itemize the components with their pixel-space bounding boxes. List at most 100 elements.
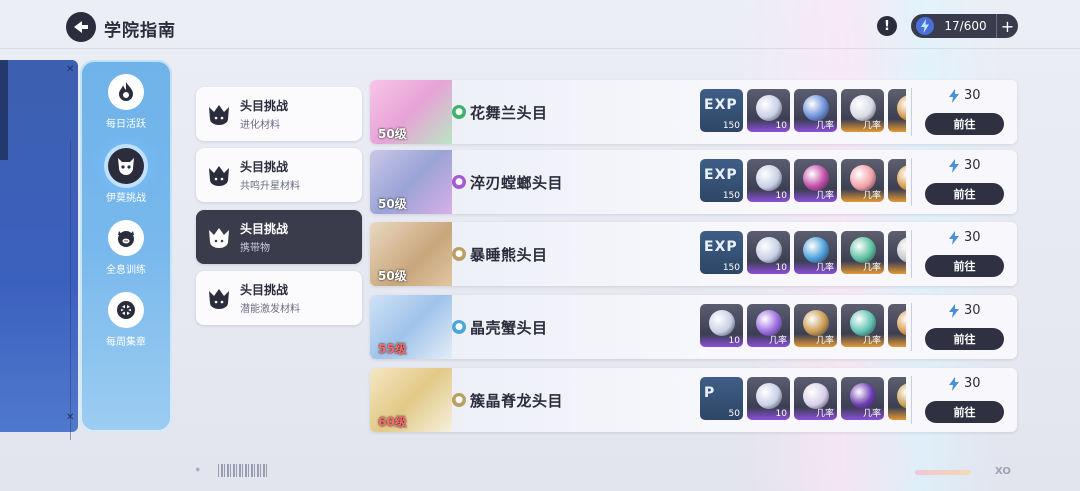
item-count: 150 xyxy=(722,191,740,201)
cross-mark-icon: ✕ xyxy=(66,64,75,75)
boss-crown-icon xyxy=(209,105,229,125)
go-button[interactable]: 前往 xyxy=(925,183,1004,205)
emblem-icon xyxy=(108,292,144,328)
exp-label: P xyxy=(704,385,716,401)
side-navigation: 每日活跃 伊莫挑战 全息训练 每周集章 xyxy=(80,60,172,432)
category-name: 头目挑战 xyxy=(240,283,289,297)
reward-item[interactable] xyxy=(888,159,906,202)
element-icon: ● xyxy=(452,393,466,407)
category-evolution-material[interactable]: 头目挑战 进化材料 xyxy=(196,87,362,141)
category-held-items[interactable]: 头目挑战 携带物 xyxy=(196,210,362,264)
item-gem-icon xyxy=(897,95,906,121)
boss-level: 50级 xyxy=(378,127,407,141)
category-sub: 共鸣升星材料 xyxy=(240,181,300,192)
cost-value: 30 xyxy=(964,303,981,318)
drop-rate-label: 几率 xyxy=(862,409,881,419)
reward-item[interactable]: 几率 xyxy=(747,304,790,347)
go-button[interactable]: 前往 xyxy=(925,328,1004,350)
category-resonance-material[interactable]: 头目挑战 共鸣升星材料 xyxy=(196,148,362,202)
reward-item[interactable] xyxy=(888,304,906,347)
energy-cost: 30 xyxy=(948,303,981,318)
go-button[interactable]: 前往 xyxy=(925,255,1004,277)
category-name: 头目挑战 xyxy=(240,222,289,236)
add-energy-button[interactable]: + xyxy=(996,14,1018,38)
reward-item[interactable]: 几率 xyxy=(794,89,837,132)
cost-value: 30 xyxy=(964,376,981,391)
boss-portrait: 50级 xyxy=(370,80,452,144)
boss-crown-icon xyxy=(209,228,229,248)
reward-item[interactable]: 几率 xyxy=(794,159,837,202)
item-count: 10 xyxy=(775,263,787,273)
reward-item[interactable]: 10 xyxy=(700,304,743,347)
boss-name: 淬刃螳螂头目 xyxy=(470,173,564,192)
nav-item-daily-activity[interactable]: 每日活跃 xyxy=(80,74,172,134)
panel-line xyxy=(70,140,71,440)
reward-item[interactable]: EXP 150 xyxy=(700,159,743,202)
boss-portrait: 50级 xyxy=(370,150,452,214)
item-count: 10 xyxy=(728,336,740,346)
item-count: 10 xyxy=(775,121,787,131)
item-count: 150 xyxy=(722,121,740,131)
reward-item[interactable]: 几率 xyxy=(841,159,884,202)
category-potential-material[interactable]: 头目挑战 潜能激发材料 xyxy=(196,271,362,325)
boss-name-area: ● 簇晶脊龙头目 xyxy=(452,368,700,432)
reward-item[interactable]: EXP 150 xyxy=(700,89,743,132)
energy-bolt-icon xyxy=(949,303,959,318)
item-gem-icon xyxy=(709,310,735,336)
header-divider xyxy=(0,48,1080,49)
boss-name: 花舞兰头目 xyxy=(470,103,548,122)
reward-item[interactable]: 10 xyxy=(747,377,790,420)
boss-portrait: 60级 xyxy=(370,368,452,432)
item-gem-icon xyxy=(756,165,782,191)
nav-item-weekly-badge[interactable]: 每周集章 xyxy=(80,292,172,352)
nav-item-holo-training[interactable]: 全息训练 xyxy=(80,220,172,280)
reward-item[interactable]: 几率 xyxy=(794,304,837,347)
go-button[interactable]: 前往 xyxy=(925,401,1004,423)
reward-item[interactable]: P 50 xyxy=(700,377,743,420)
nav-item-imo-challenge[interactable]: 伊莫挑战 xyxy=(80,148,172,208)
item-gem-icon xyxy=(897,310,906,336)
pig-face-icon xyxy=(108,220,144,256)
back-button[interactable] xyxy=(66,12,96,42)
exp-label: EXP xyxy=(704,97,738,113)
reward-item[interactable]: 几率 xyxy=(888,377,906,420)
boss-row: 60级 ● 簇晶脊龙头目 P5010几率几率几率 30 前往 xyxy=(370,368,1017,432)
reward-list: 10 几率 几率 几率 xyxy=(700,304,906,350)
row-divider xyxy=(911,230,912,278)
back-arrow-icon xyxy=(74,21,88,33)
reward-item[interactable]: 几率 xyxy=(841,377,884,420)
boss-name: 暴睡熊头目 xyxy=(470,245,548,264)
item-count: 10 xyxy=(775,409,787,419)
row-divider xyxy=(911,158,912,206)
reward-list: EXP 150 10 几率 几率 xyxy=(700,89,906,135)
reward-item[interactable]: EXP 150 xyxy=(700,231,743,274)
item-count: 50 xyxy=(728,409,740,419)
drop-rate-label: 几率 xyxy=(815,263,834,273)
reward-item[interactable]: 几率 xyxy=(841,231,884,274)
drop-rate-label: 几率 xyxy=(862,336,881,346)
reward-item[interactable]: 几率 xyxy=(794,231,837,274)
element-icon: ● xyxy=(452,320,466,334)
reward-item[interactable]: 10 xyxy=(747,89,790,132)
reward-item[interactable] xyxy=(888,231,906,274)
drop-rate-label: 几率 xyxy=(862,191,881,201)
go-button[interactable]: 前往 xyxy=(925,113,1004,135)
monster-face-icon xyxy=(108,148,144,184)
barcode-decor xyxy=(218,464,268,477)
cross-mark-icon: ✕ xyxy=(66,412,75,423)
boss-row: 55级 ● 晶壳蟹头目 10 几率 几率 几率 30 前往 xyxy=(370,295,1017,359)
reward-item[interactable] xyxy=(888,89,906,132)
item-gem-icon xyxy=(897,165,906,191)
boss-level: 60级 xyxy=(378,415,407,429)
reward-item[interactable]: 几率 xyxy=(841,304,884,347)
energy-cost: 30 xyxy=(948,158,981,173)
item-gem-icon xyxy=(897,383,906,409)
info-icon[interactable]: ! xyxy=(877,16,897,36)
reward-item[interactable]: 10 xyxy=(747,231,790,274)
boss-row: 50级 ● 暴睡熊头目 EXP 150 10 几率 几率 30 前往 xyxy=(370,222,1017,286)
reward-item[interactable]: 几率 xyxy=(794,377,837,420)
reward-item[interactable]: 10 xyxy=(747,159,790,202)
item-count: 10 xyxy=(775,191,787,201)
drop-rate-label: 几率 xyxy=(862,121,881,131)
reward-item[interactable]: 几率 xyxy=(841,89,884,132)
